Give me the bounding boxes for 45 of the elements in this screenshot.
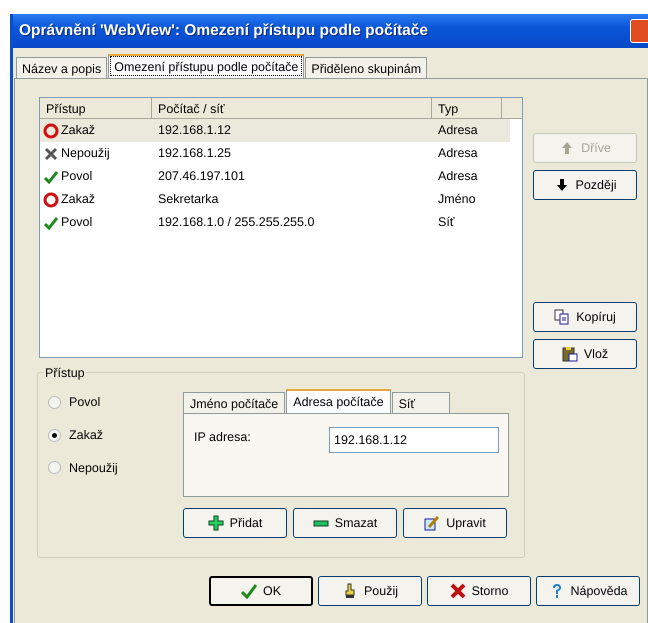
table-cell-text: Sekretarka	[157, 191, 220, 208]
tab[interactable]: Přiděleno skupinám	[305, 57, 428, 78]
table-row[interactable]: Povol 207.46.197.101 Adresa	[40, 165, 510, 188]
table-cell-text: Jméno	[437, 191, 477, 208]
tab[interactable]: Omezení přístupu podle počítače	[108, 54, 304, 78]
table-cell-text: Adresa	[437, 122, 479, 140]
tab[interactable]: Síť	[392, 392, 450, 413]
ip-address-field[interactable]: 192.168.1.12	[329, 427, 499, 453]
button[interactable]: Smazat	[293, 508, 397, 538]
table-cell-text: Zakaž	[61, 122, 96, 140]
table-cell-text: Zakaž	[61, 191, 96, 208]
button[interactable]: Nápověda	[536, 576, 640, 606]
radio-button[interactable]: Povol	[48, 393, 118, 412]
button[interactable]: Kopíruj	[533, 302, 637, 332]
table-cell-text: Síť	[437, 214, 456, 232]
button[interactable]: Později	[533, 170, 637, 200]
column-header[interactable]: Přístup	[40, 98, 152, 118]
button[interactable]: OK	[209, 576, 313, 606]
table-row[interactable]: Zakaž Sekretarka Jméno	[40, 188, 510, 211]
tab[interactable]: Název a popis	[16, 57, 108, 78]
button[interactable]: Přidat	[183, 508, 287, 538]
table-cell-text: Povol	[61, 214, 92, 232]
button[interactable]: Upravit	[403, 508, 507, 538]
table-row[interactable]: Povol 192.168.1.0 / 255.255.255.0 Síť	[40, 211, 510, 234]
table-row[interactable]: Nepoužij 192.168.1.25 Adresa	[40, 142, 510, 165]
column-header[interactable]: Počítač / síť	[152, 98, 432, 118]
radio-button[interactable]: Zakaž	[48, 426, 118, 444]
window-title: Oprávnění 'WebView': Omezení přístupu podle počítače	[19, 21, 428, 42]
tab[interactable]: Jméno počítače	[183, 392, 286, 413]
table-cell-text: 207.46.197.101	[157, 168, 246, 186]
field-label: IP adresa:	[194, 429, 251, 446]
radio-button[interactable]: Nepoužij	[48, 458, 118, 478]
table-row[interactable]: Zakaž 192.168.1.12 Adresa	[40, 119, 510, 142]
button[interactable]: Storno	[427, 576, 531, 606]
table-cell-text: 192.168.1.12	[157, 122, 232, 140]
table-cell-text: Povol	[61, 168, 92, 186]
column-header[interactable]: Typ	[432, 98, 502, 118]
table-cell-text: 192.168.1.0 / 255.255.255.0	[157, 214, 316, 232]
tab[interactable]: Adresa počítače	[286, 389, 391, 413]
button[interactable]: Použij	[318, 576, 422, 606]
table-cell-text: Adresa	[437, 168, 479, 186]
button[interactable]: Vlož	[533, 339, 637, 369]
table-cell-text: Adresa	[437, 145, 479, 162]
table-cell-text: Nepoužij	[61, 145, 110, 162]
table-cell-text: 192.168.1.25	[157, 145, 232, 162]
